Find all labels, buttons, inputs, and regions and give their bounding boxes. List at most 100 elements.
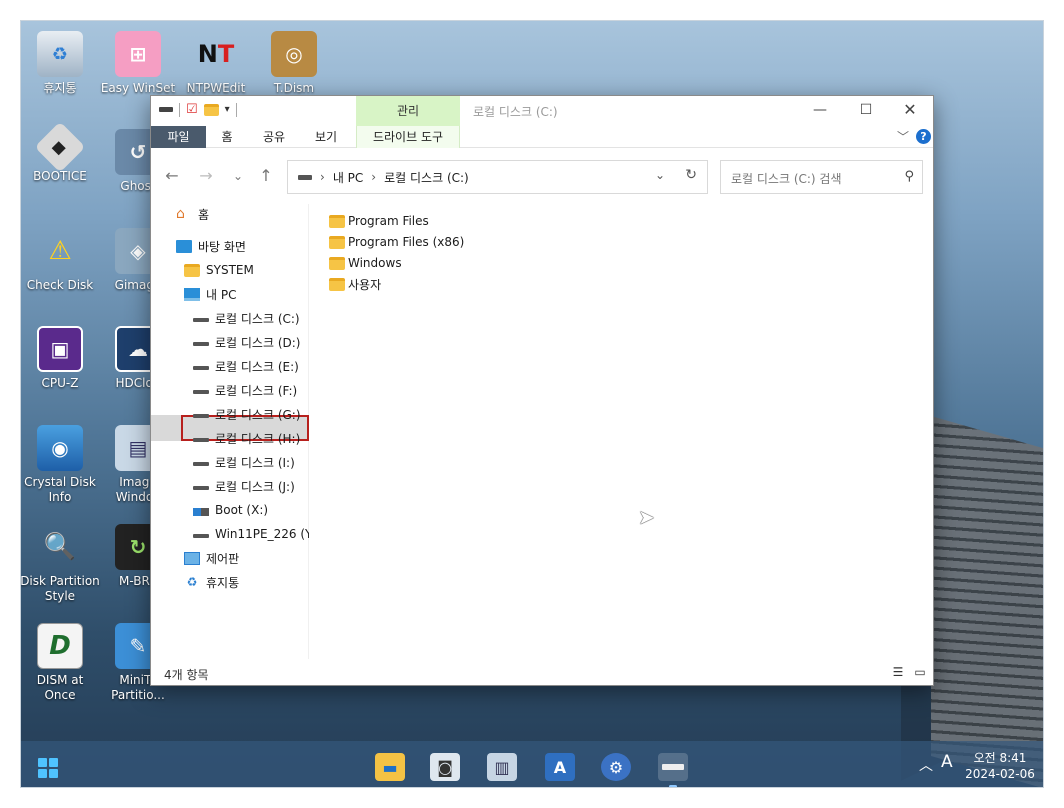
taskbar-clock[interactable]: 오전 8:41 2024-02-06	[965, 750, 1035, 782]
quick-access-toolbar: ☑ ▾	[159, 102, 237, 117]
desktop-icon-label: Crystal Disk Info	[24, 475, 96, 504]
desktop-icon-ntpwedit[interactable]: NT NTPWEdit	[176, 31, 256, 96]
start-button[interactable]	[38, 758, 58, 778]
nav-item-drive-i[interactable]: 로컬 디스크 (I:)	[193, 452, 295, 472]
drive-icon	[298, 174, 312, 180]
tray-chevron-up-icon[interactable]: ︿	[919, 755, 933, 775]
nav-item-drive-c[interactable]: 로컬 디스크 (C:)	[193, 308, 300, 328]
back-arrow-icon[interactable]: ←	[159, 164, 185, 188]
desktop-icon-tdism[interactable]: ◎ T.Dism	[254, 31, 334, 96]
taskbar-computer-icon[interactable]: ▥	[487, 753, 517, 781]
taskbar-file-explorer-icon[interactable]: ▬	[375, 753, 405, 781]
disc-box-icon: ◎	[271, 31, 317, 77]
wallpaper-dock	[931, 416, 1043, 787]
nav-item-this-pc[interactable]: 내 PC	[184, 284, 236, 304]
cpu-chip-icon: ▣	[37, 326, 83, 372]
properties-check-icon[interactable]: ☑	[186, 102, 198, 117]
nav-item-drive-d[interactable]: 로컬 디스크 (D:)	[193, 332, 300, 352]
start-tile-icon	[38, 758, 47, 767]
up-arrow-icon[interactable]: ↑	[253, 164, 279, 188]
taskbar-drive-icon[interactable]	[658, 753, 688, 781]
folder-icon	[329, 277, 345, 291]
close-button[interactable]: ✕	[887, 96, 933, 126]
nav-item-drive-g[interactable]: 로컬 디스크 (G:)	[193, 404, 301, 424]
nav-item-drive-h[interactable]: 로컬 디스크 (H:)	[193, 428, 300, 448]
desktop-icon-bootice[interactable]: ▪ BOOTICE	[21, 121, 100, 184]
address-bar[interactable]: › 내 PC › 로컬 디스크 (C:) ⌄ ↻	[287, 160, 708, 194]
nav-item-drive-x[interactable]: Boot (X:)	[193, 500, 268, 520]
magnifier-icon: 🔍	[43, 531, 77, 562]
forward-arrow-icon[interactable]: →	[193, 164, 219, 188]
nav-label: 홈	[198, 207, 210, 222]
address-dropdown-icon[interactable]: ⌄	[655, 168, 665, 182]
nav-label: 로컬 디스크 (D:)	[215, 335, 301, 350]
nav-item-drive-f[interactable]: 로컬 디스크 (F:)	[193, 380, 297, 400]
drive-icon	[193, 318, 209, 322]
desktop-icon-dism-at-once[interactable]: D DISM at Once	[21, 623, 100, 703]
nav-label: 제어판	[206, 551, 240, 566]
window-title: 로컬 디스크 (C:)	[473, 105, 558, 119]
drive-icon	[193, 462, 209, 466]
tab-drive-tools[interactable]: 드라이브 도구	[356, 126, 460, 148]
taskbar-gear-icon[interactable]: ⚙	[601, 753, 631, 781]
desktop-icon-label: Check Disk	[26, 278, 94, 292]
ribbon-expand-chevron-icon[interactable]: ﹀	[897, 128, 909, 145]
nav-label: 로컬 디스크 (H:)	[215, 431, 301, 446]
nav-item-home[interactable]: ⌂ 홈	[176, 204, 209, 224]
file-list: Program Files Program Files (x86) Window…	[321, 204, 921, 659]
desktop-icon-check-disk[interactable]: ⚠ Check Disk	[21, 228, 100, 293]
list-item[interactable]: 사용자	[329, 274, 381, 294]
help-button[interactable]: ?	[916, 129, 931, 144]
taskbar-app-a-icon[interactable]: A	[545, 753, 575, 781]
large-icons-view-icon[interactable]: ▭	[913, 666, 927, 679]
desktop-icon-recycle-bin[interactable]: ♻ 휴지통	[21, 31, 100, 96]
nav-item-recycle-bin[interactable]: ♻ 휴지통	[184, 572, 240, 592]
desktop-icon-cpu-z[interactable]: ▣ CPU-Z	[21, 326, 100, 391]
qat-dropdown-icon[interactable]: ▾	[225, 104, 230, 115]
desktop-icon-easy-winset[interactable]: ⊞ Easy WinSet	[98, 31, 178, 96]
minimize-button[interactable]: —	[797, 96, 843, 126]
nav-label: 휴지통	[206, 575, 240, 590]
file-name: Program Files	[348, 214, 429, 228]
start-tile-icon	[49, 758, 58, 767]
nav-item-system[interactable]: SYSTEM	[184, 260, 254, 280]
list-item[interactable]: Program Files	[329, 211, 429, 231]
nav-label: 바탕 화면	[198, 239, 246, 254]
nav-item-drive-j[interactable]: 로컬 디스크 (J:)	[193, 476, 295, 496]
recent-locations-chevron-icon[interactable]: ⌄	[225, 164, 251, 188]
drive-icon	[193, 438, 209, 442]
nav-item-drive-y[interactable]: Win11PE_226 (Y:)	[193, 524, 309, 544]
tab-file[interactable]: 파일	[151, 126, 206, 148]
tab-share[interactable]: 공유	[255, 126, 293, 148]
tab-home[interactable]: 홈	[211, 126, 243, 148]
search-box[interactable]: 로컬 디스크 (C:) 검색 ⚲	[720, 160, 923, 194]
contextual-tab-manage[interactable]: 관리	[356, 96, 460, 126]
drive-icon	[193, 390, 209, 394]
file-name: 사용자	[348, 277, 382, 292]
drive-icon	[193, 486, 209, 490]
list-item[interactable]: Windows	[329, 253, 402, 273]
maximize-button[interactable]: ☐	[843, 96, 889, 126]
mouse-cursor-icon: ➤	[638, 505, 655, 529]
nav-item-drive-e[interactable]: 로컬 디스크 (E:)	[193, 356, 299, 376]
desktop-icon-label: Easy WinSet	[100, 81, 176, 95]
start-tile-icon	[49, 769, 58, 778]
breadcrumb-chevron-icon: ›	[320, 170, 325, 184]
new-folder-icon[interactable]	[203, 103, 219, 116]
folder-icon	[329, 256, 345, 270]
tab-view[interactable]: 보기	[307, 126, 345, 148]
breadcrumb-this-pc[interactable]: 내 PC	[333, 169, 363, 186]
desktop-icon-crystal-disk-info[interactable]: ◉ Crystal Disk Info	[21, 425, 100, 505]
refresh-icon[interactable]: ↻	[685, 167, 697, 183]
status-bar: 4개 항목 ☰ ▭	[151, 662, 933, 685]
nav-item-control-panel[interactable]: 제어판	[184, 548, 239, 568]
taskbar-screenshot-icon[interactable]: ◙	[430, 753, 460, 781]
desktop-icon-disk-partition-style[interactable]: 🔍 Disk Partition Style	[21, 524, 100, 604]
navigation-bar: ← → ⌄ ↑ › 내 PC › 로컬 디스크 (C:) ⌄ ↻ 로컬 디스크 …	[151, 148, 933, 204]
list-item[interactable]: Program Files (x86)	[329, 232, 464, 252]
details-view-icon[interactable]: ☰	[891, 666, 905, 679]
nav-item-desktop[interactable]: 바탕 화면	[176, 236, 246, 256]
taskbar: ▬ ◙ ▥ A ⚙ ︿ A 오전 8:41 2024-02-06	[21, 741, 1043, 787]
ime-indicator[interactable]: A	[941, 752, 953, 772]
breadcrumb-current[interactable]: 로컬 디스크 (C:)	[384, 169, 469, 186]
